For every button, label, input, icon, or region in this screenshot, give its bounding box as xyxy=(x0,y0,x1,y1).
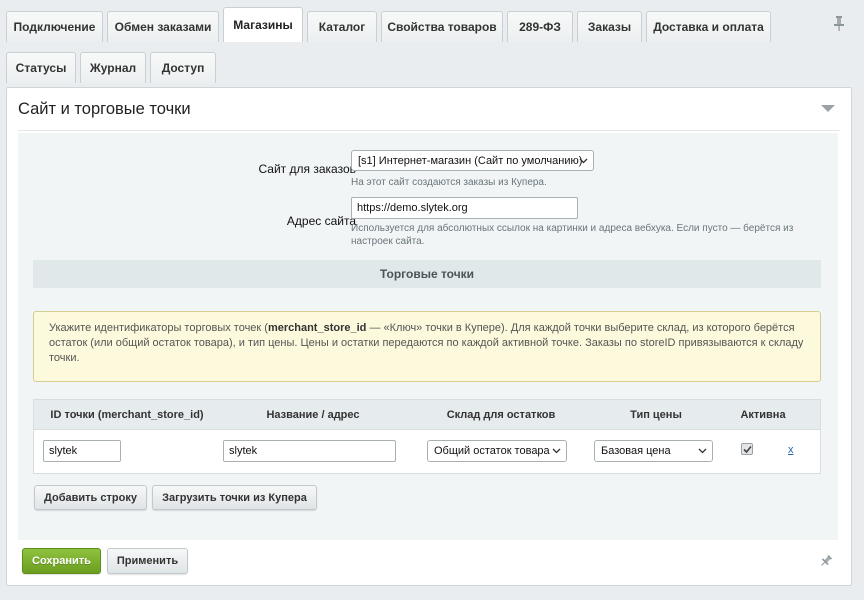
pin-icon[interactable] xyxy=(832,15,846,31)
section-title: Сайт и торговые точки xyxy=(18,100,191,118)
tab-zhurnal[interactable]: Журнал xyxy=(80,52,146,83)
delete-row-link[interactable]: x xyxy=(788,444,794,456)
triangle-down-icon[interactable] xyxy=(821,105,835,112)
pin-icon[interactable] xyxy=(819,554,833,568)
tab-podklyuchenie[interactable]: Подключение xyxy=(6,11,103,42)
tab-magaziny[interactable]: Магазины xyxy=(223,7,303,42)
tab-statusy[interactable]: Статусы xyxy=(6,52,76,83)
tab-dostavka-i-oplata[interactable]: Доставка и оплата xyxy=(646,11,771,42)
tab-katalog[interactable]: Каталог xyxy=(307,11,377,42)
tab-dostup[interactable]: Доступ xyxy=(150,52,216,83)
stores-subheader: Торговые точки xyxy=(33,260,821,288)
warehouse-select[interactable]: Общий остаток товара xyxy=(427,440,567,462)
top-tabs: Подключение Обмен заказами Магазины Ката… xyxy=(6,7,858,42)
store-name-input[interactable]: slytek xyxy=(223,440,396,462)
price-type-select-value: Базовая цена xyxy=(601,445,671,457)
sub-tabs: Статусы Журнал Доступ xyxy=(6,52,858,83)
table-header: ID точки (merchant_store_id) Название / … xyxy=(34,400,820,430)
warehouse-select-value: Общий остаток товара xyxy=(434,445,550,457)
apply-button[interactable]: Применить xyxy=(107,548,188,574)
load-stores-button[interactable]: Загрузить точки из Купера xyxy=(152,485,317,510)
chevron-down-icon xyxy=(579,158,588,164)
site-label: Сайт для заказов xyxy=(258,162,357,176)
chevron-down-icon xyxy=(552,448,561,454)
notice-text-prefix: Укажите идентификаторы торговых точек ( xyxy=(49,322,268,334)
tab-obmen-zakazami[interactable]: Обмен заказами xyxy=(107,11,219,42)
col-name: Название / адрес xyxy=(266,409,360,421)
add-row-button[interactable]: Добавить строку xyxy=(34,485,147,510)
address-input[interactable]: https://demo.slytek.org xyxy=(351,197,578,219)
price-type-select[interactable]: Базовая цена xyxy=(594,440,713,462)
site-select[interactable]: [s1] Интернет-магазин (Сайт по умолчанию… xyxy=(351,150,594,171)
check-icon xyxy=(743,445,752,454)
tab-zakazy[interactable]: Заказы xyxy=(577,11,642,42)
stores-notice: Укажите идентификаторы торговых точек (m… xyxy=(33,311,821,382)
col-warehouse: Склад для остатков xyxy=(446,409,556,421)
stores-table: ID точки (merchant_store_id) Название / … xyxy=(33,399,821,474)
site-hint: На этот сайт создаются заказы из Купера. xyxy=(351,177,547,188)
col-price-type: Тип цены xyxy=(630,409,682,421)
divider xyxy=(18,130,840,131)
save-button[interactable]: Сохранить xyxy=(22,548,101,574)
section-body: Сайт для заказов [s1] Интернет-магазин (… xyxy=(18,133,838,540)
tab-289-fz[interactable]: 289-ФЗ xyxy=(507,11,573,42)
site-select-value: [s1] Интернет-магазин (Сайт по умолчанию… xyxy=(358,154,583,167)
chevron-down-icon xyxy=(698,448,707,454)
address-label: Адрес сайта xyxy=(286,214,356,228)
settings-panel: Сайт и торговые точки Сайт для заказов [… xyxy=(6,87,852,586)
col-store-id: ID точки (merchant_store_id) xyxy=(50,409,204,421)
tab-svoystva-tovarov[interactable]: Свойства товаров xyxy=(381,11,503,42)
address-hint: Используется для абсолютных ссылок на ка… xyxy=(351,223,794,247)
col-active: Активна xyxy=(740,409,786,421)
active-checkbox[interactable] xyxy=(741,443,753,455)
store-id-input[interactable]: slytek xyxy=(43,440,121,462)
notice-text-bold: merchant_store_id xyxy=(267,322,367,334)
